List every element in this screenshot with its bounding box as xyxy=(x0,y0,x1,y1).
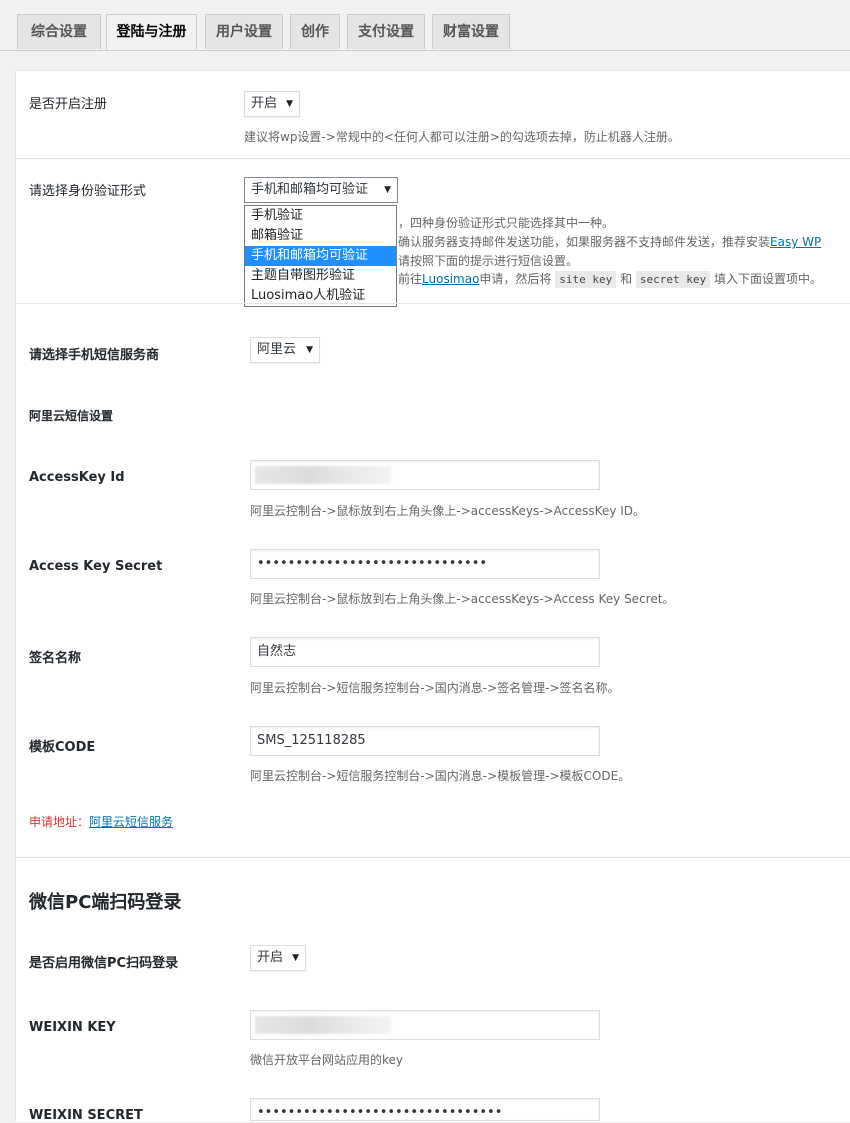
verify-option-selected[interactable]: 手机和邮箱均可验证 xyxy=(245,246,396,266)
sign-name-label: 签名名称 xyxy=(29,651,82,666)
apply-address-label: 申请地址： xyxy=(29,815,90,829)
sign-name-input[interactable]: 自然志 xyxy=(250,637,600,667)
sms-provider-select[interactable]: 阿里云 ▼ xyxy=(250,337,320,363)
verify-hint-4-post: 填入下面设置项中。 xyxy=(713,272,822,286)
apply-address: 申请地址：阿里云短信服务 xyxy=(29,813,173,830)
template-code-input[interactable]: SMS_125118285 xyxy=(250,726,600,756)
access-key-secret-input[interactable]: •••••••••••••••••••••••••••••• xyxy=(250,549,600,579)
tab-login-register[interactable]: 登陆与注册 xyxy=(106,14,197,50)
aliyun-sms-link[interactable]: 阿里云短信服务 xyxy=(89,815,173,829)
register-hint: 建议将wp设置->常规中的<任何人都可以注册>的勾选项去掉，防止机器人注册。 xyxy=(244,130,680,144)
tab-create[interactable]: 创作 xyxy=(290,14,340,49)
weixin-key-input[interactable] xyxy=(250,1010,600,1040)
wechat-enable-label: 是否启用微信PC扫码登录 xyxy=(29,956,179,971)
wechat-section-title: 微信PC端扫码登录 xyxy=(29,892,182,913)
verify-hint-3: 请按照下面的提示进行短信设置。 xyxy=(398,254,579,268)
register-select-value: 开启 xyxy=(251,96,278,111)
template-code-hint: 阿里云控制台->短信服务控制台->国内消息->模板管理->模板CODE。 xyxy=(250,769,631,783)
weixin-key-hint: 微信开放平台网站应用的key xyxy=(250,1053,404,1067)
settings-tabbar: 综合设置 登陆与注册 用户设置 创作 支付设置 财富设置 xyxy=(0,0,850,51)
verify-option[interactable]: 手机验证 xyxy=(245,206,396,226)
sms-provider-value: 阿里云 xyxy=(257,342,297,357)
tab-payment[interactable]: 支付设置 xyxy=(347,14,425,49)
chevron-down-icon: ▼ xyxy=(384,185,391,195)
verify-hint-4: 前往Luosimao申请，然后将 site key 和 secret key 填… xyxy=(398,270,822,288)
divider xyxy=(15,303,850,304)
chevron-down-icon: ▼ xyxy=(292,953,299,963)
register-select[interactable]: 开启 ▼ xyxy=(244,91,300,117)
verify-select[interactable]: 手机和邮箱均可验证 ▼ xyxy=(244,177,398,203)
easy-wp-link[interactable]: Easy WP xyxy=(770,235,821,249)
access-key-id-label: AccessKey Id xyxy=(29,470,125,485)
wechat-enable-select[interactable]: 开启 ▼ xyxy=(250,945,306,971)
weixin-key-label: WEIXIN KEY xyxy=(29,1020,116,1035)
verify-hint-1: ，四种身份验证形式只能选择其中一种。 xyxy=(398,216,615,230)
verify-hint-2: 确认服务器支持邮件发送功能，如果服务器不支持邮件发送，推荐安装Easy WP xyxy=(398,233,821,250)
verify-hint-4-and: 和 xyxy=(620,272,633,286)
template-code-label: 模板CODE xyxy=(29,740,96,755)
weixin-secret-input[interactable]: •••••••••••••••••••••••••••••••• xyxy=(250,1098,600,1121)
tab-wealth[interactable]: 财富设置 xyxy=(432,14,510,49)
verify-hint-4-pre: 前往 xyxy=(398,272,423,286)
verify-hint-2-text: 确认服务器支持邮件发送功能，如果服务器不支持邮件发送，推荐安装 xyxy=(398,235,771,249)
divider xyxy=(15,158,850,159)
access-key-id-input[interactable] xyxy=(250,460,600,490)
wechat-enable-value: 开启 xyxy=(257,950,284,965)
luosimao-link[interactable]: Luosimao xyxy=(422,272,479,286)
verify-select-value: 手机和邮箱均可验证 xyxy=(251,182,369,197)
verify-hint-4-mid: 申请，然后将 xyxy=(479,272,552,286)
verify-dropdown-list[interactable]: 手机验证 邮箱验证 手机和邮箱均可验证 主题自带图形验证 Luosimao人机验… xyxy=(244,205,397,307)
tab-user-settings[interactable]: 用户设置 xyxy=(205,14,283,49)
access-key-secret-label: Access Key Secret xyxy=(29,559,163,574)
verify-label: 请选择身份验证形式 xyxy=(29,184,147,199)
verify-option[interactable]: 邮箱验证 xyxy=(245,226,396,246)
access-key-secret-hint: 阿里云控制台->鼠标放到右上角头像上->accessKeys->Access K… xyxy=(250,592,675,606)
verify-option[interactable]: 主题自带图形验证 xyxy=(245,266,396,286)
sms-provider-label: 请选择手机短信服务商 xyxy=(29,348,160,363)
register-label: 是否开启注册 xyxy=(29,97,108,112)
access-key-id-hint: 阿里云控制台->鼠标放到右上角头像上->accessKeys->AccessKe… xyxy=(250,504,646,518)
sign-name-hint: 阿里云控制台->短信服务控制台->国内消息->签名管理->签名名称。 xyxy=(250,681,620,695)
redacted-value xyxy=(255,466,391,484)
aliyun-sms-subheading: 阿里云短信设置 xyxy=(29,409,114,423)
site-key-code: site key xyxy=(555,271,617,288)
divider xyxy=(15,857,850,858)
redacted-value xyxy=(255,1016,391,1034)
chevron-down-icon: ▼ xyxy=(306,345,313,355)
tab-general[interactable]: 综合设置 xyxy=(17,14,101,49)
chevron-down-icon: ▼ xyxy=(286,99,293,109)
secret-key-code: secret key xyxy=(635,271,711,288)
